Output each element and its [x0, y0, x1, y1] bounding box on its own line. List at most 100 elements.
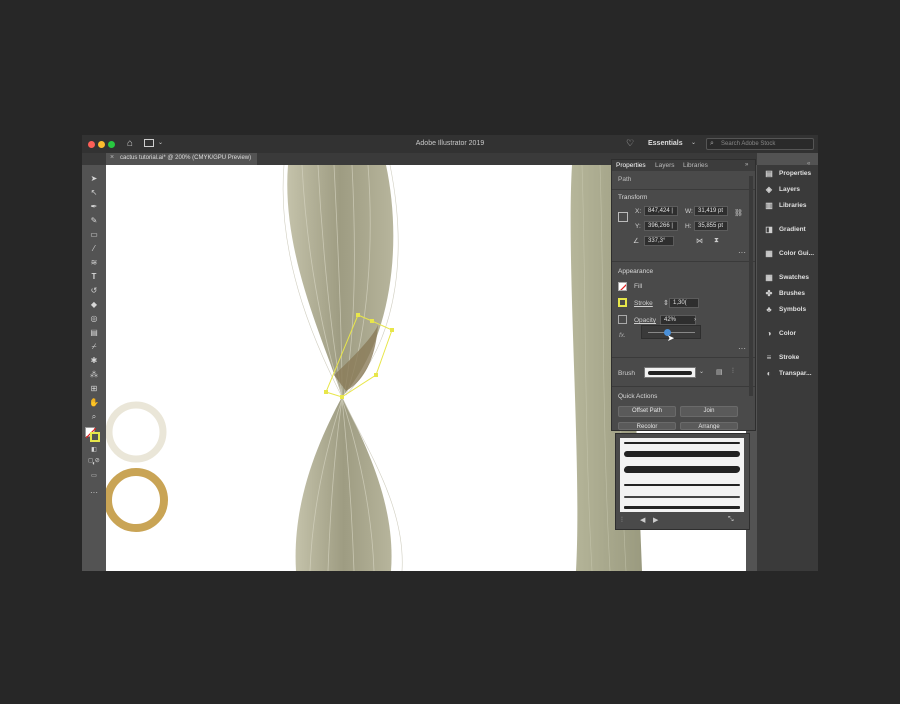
tab-layers[interactable]: Layers: [655, 162, 675, 169]
search-placeholder: Search Adobe Stock: [721, 141, 776, 147]
hand-tool-icon[interactable]: ✋: [88, 397, 100, 408]
close-tab-icon[interactable]: ×: [110, 154, 114, 161]
mouse-cursor-icon: ➤: [667, 333, 675, 343]
recolor-button[interactable]: Recolor: [618, 422, 676, 430]
libraries-icon: ▥: [765, 201, 773, 210]
stroke-swatch-icon[interactable]: [90, 432, 100, 442]
join-button[interactable]: Join: [680, 406, 738, 417]
next-library-icon[interactable]: ▶: [653, 516, 658, 524]
color-mode-icon[interactable]: ◧ ◻ ⊘: [88, 445, 100, 464]
document-tab-label: cactus tutorial.ai* @ 200% (CMYK/GPU Pre…: [120, 155, 252, 161]
dock-item-swatches[interactable]: ▦ Swatches: [757, 271, 818, 285]
y-label: Y:: [635, 223, 641, 230]
stroke-swatch-icon[interactable]: [618, 298, 627, 307]
brush-label: Brush: [618, 370, 635, 377]
lightbulb-icon[interactable]: ♡: [626, 138, 634, 149]
search-icon: ⌕: [710, 140, 714, 147]
dock-item-stroke[interactable]: ≡ Stroke: [757, 351, 818, 365]
document-tab[interactable]: × cactus tutorial.ai* @ 200% (CMYK/GPU P…: [106, 153, 258, 165]
dock-item-gradient[interactable]: ◨ Gradient: [757, 223, 818, 237]
more-tools-icon[interactable]: ···: [88, 487, 100, 498]
offset-path-button[interactable]: Offset Path: [618, 406, 676, 417]
draw-mode-icon[interactable]: ◐: [88, 459, 100, 470]
stock-search-input[interactable]: ⌕ Search Adobe Stock: [706, 138, 814, 150]
dock-item-transparency[interactable]: ◐ Transpar...: [757, 367, 818, 381]
collapse-dock-icon[interactable]: «: [807, 161, 810, 167]
properties-panel: Properties Layers Libraries » Path Trans…: [611, 159, 756, 431]
more-options-icon[interactable]: ···: [738, 344, 746, 353]
stroke-label[interactable]: Stroke: [634, 300, 653, 307]
paintbrush-tool-icon[interactable]: ⁄: [88, 243, 100, 254]
rotate-angle-icon: ∠: [633, 238, 640, 245]
fill-label[interactable]: Fill: [634, 283, 642, 290]
fill-swatch-icon[interactable]: [618, 282, 627, 291]
puppet-warp-tool-icon[interactable]: ✱: [88, 355, 100, 366]
brush-stroke-item[interactable]: [624, 496, 740, 498]
panel-scrollbar[interactable]: [749, 176, 753, 396]
tab-properties[interactable]: Properties: [616, 162, 646, 169]
type-tool-icon[interactable]: T: [88, 271, 100, 282]
flip-horizontal-icon[interactable]: ⋈: [696, 237, 703, 245]
w-field[interactable]: 31,419 pt: [694, 206, 728, 216]
workspace-switcher[interactable]: Essentials: [648, 140, 683, 147]
curvature-tool-icon[interactable]: ✎: [88, 215, 100, 226]
opacity-field[interactable]: 42%: [660, 315, 696, 325]
dock-item-color[interactable]: ◑ Color: [757, 327, 818, 341]
fx-icon[interactable]: fx.: [619, 332, 626, 339]
rotate-tool-icon[interactable]: ↺: [88, 285, 100, 296]
direct-selection-tool-icon[interactable]: ↖: [88, 187, 100, 198]
chevron-down-icon[interactable]: ⌄: [691, 139, 696, 146]
properties-icon: ▤: [765, 169, 773, 178]
dock-item-color-guide[interactable]: ▦ Color Gui...: [757, 247, 818, 261]
y-field[interactable]: 396,266 |: [644, 221, 678, 231]
h-label: H:: [685, 223, 692, 230]
brush-selector[interactable]: [644, 367, 696, 378]
artboard-tool-icon[interactable]: ⊞: [88, 383, 100, 394]
collapse-library-icon[interactable]: ⤡: [728, 516, 734, 524]
brush-stroke-item[interactable]: [624, 442, 740, 444]
dock-item-symbols[interactable]: ♣ Symbols: [757, 303, 818, 317]
shape-builder-tool-icon[interactable]: ◎: [88, 313, 100, 324]
brush-libraries-menu-icon[interactable]: ⫶: [621, 517, 623, 525]
selection-tool-icon[interactable]: ➤: [88, 173, 100, 184]
right-panel-dock: ▤ Properties ◈ Layers ▥ Libraries ◨ Gradient…: [757, 161, 818, 571]
tab-libraries[interactable]: Libraries: [683, 162, 708, 169]
previous-library-icon[interactable]: ◀: [640, 516, 645, 524]
angle-field[interactable]: 337,3°: [644, 236, 674, 246]
blob-brush-tool-icon[interactable]: ≋: [88, 257, 100, 268]
screen-mode-icon[interactable]: ▭: [88, 471, 100, 482]
rectangle-tool-icon[interactable]: ▭: [88, 229, 100, 240]
gradient-tool-icon[interactable]: ▤: [88, 327, 100, 338]
brush-stroke-item[interactable]: [624, 506, 740, 509]
constrain-proportions-icon[interactable]: ⛓: [734, 209, 743, 217]
arrange-button[interactable]: Arrange: [680, 422, 738, 430]
chevron-right-icon[interactable]: ›: [694, 316, 696, 323]
symbol-sprayer-tool-icon[interactable]: ⁂: [88, 369, 100, 380]
x-field[interactable]: 847,424 |: [644, 206, 678, 216]
brush-stroke-item[interactable]: [624, 451, 740, 457]
chevron-down-icon[interactable]: ⌄: [699, 368, 704, 375]
illustrator-window: ⌂ ⌄ Adobe Illustrator 2019 ♡ Essentials …: [82, 135, 818, 571]
eyedropper-tool-icon[interactable]: ⌿: [88, 341, 100, 352]
brush-libraries-icon[interactable]: ⫶: [732, 368, 734, 376]
brush-stroke-item[interactable]: [623, 466, 741, 473]
stroke-stepper-icon[interactable]: ⇕: [663, 299, 669, 307]
dock-item-brushes[interactable]: ✤ Brushes: [757, 287, 818, 301]
h-field[interactable]: 35,855 pt: [694, 221, 728, 231]
dock-item-layers[interactable]: ◈ Layers: [757, 183, 818, 197]
eraser-tool-icon[interactable]: ◆: [88, 299, 100, 310]
dock-item-libraries[interactable]: ▥ Libraries: [757, 199, 818, 213]
stroke-weight-field[interactable]: 1,30(: [669, 298, 699, 308]
dock-item-properties[interactable]: ▤ Properties: [757, 167, 818, 181]
pen-tool-icon[interactable]: ✒: [88, 201, 100, 212]
brush-list[interactable]: [620, 438, 744, 512]
zoom-tool-icon[interactable]: ⌕: [88, 411, 100, 422]
opacity-label[interactable]: Opacity: [634, 317, 656, 324]
brush-stroke-item[interactable]: [624, 484, 740, 486]
collapse-panel-icon[interactable]: »: [745, 162, 748, 168]
more-options-icon[interactable]: ···: [738, 248, 746, 257]
divider: [612, 189, 755, 190]
brush-options-icon[interactable]: ▤: [716, 368, 723, 376]
reference-point-icon[interactable]: [618, 212, 628, 222]
flip-vertical-icon[interactable]: ⧗: [714, 237, 719, 245]
